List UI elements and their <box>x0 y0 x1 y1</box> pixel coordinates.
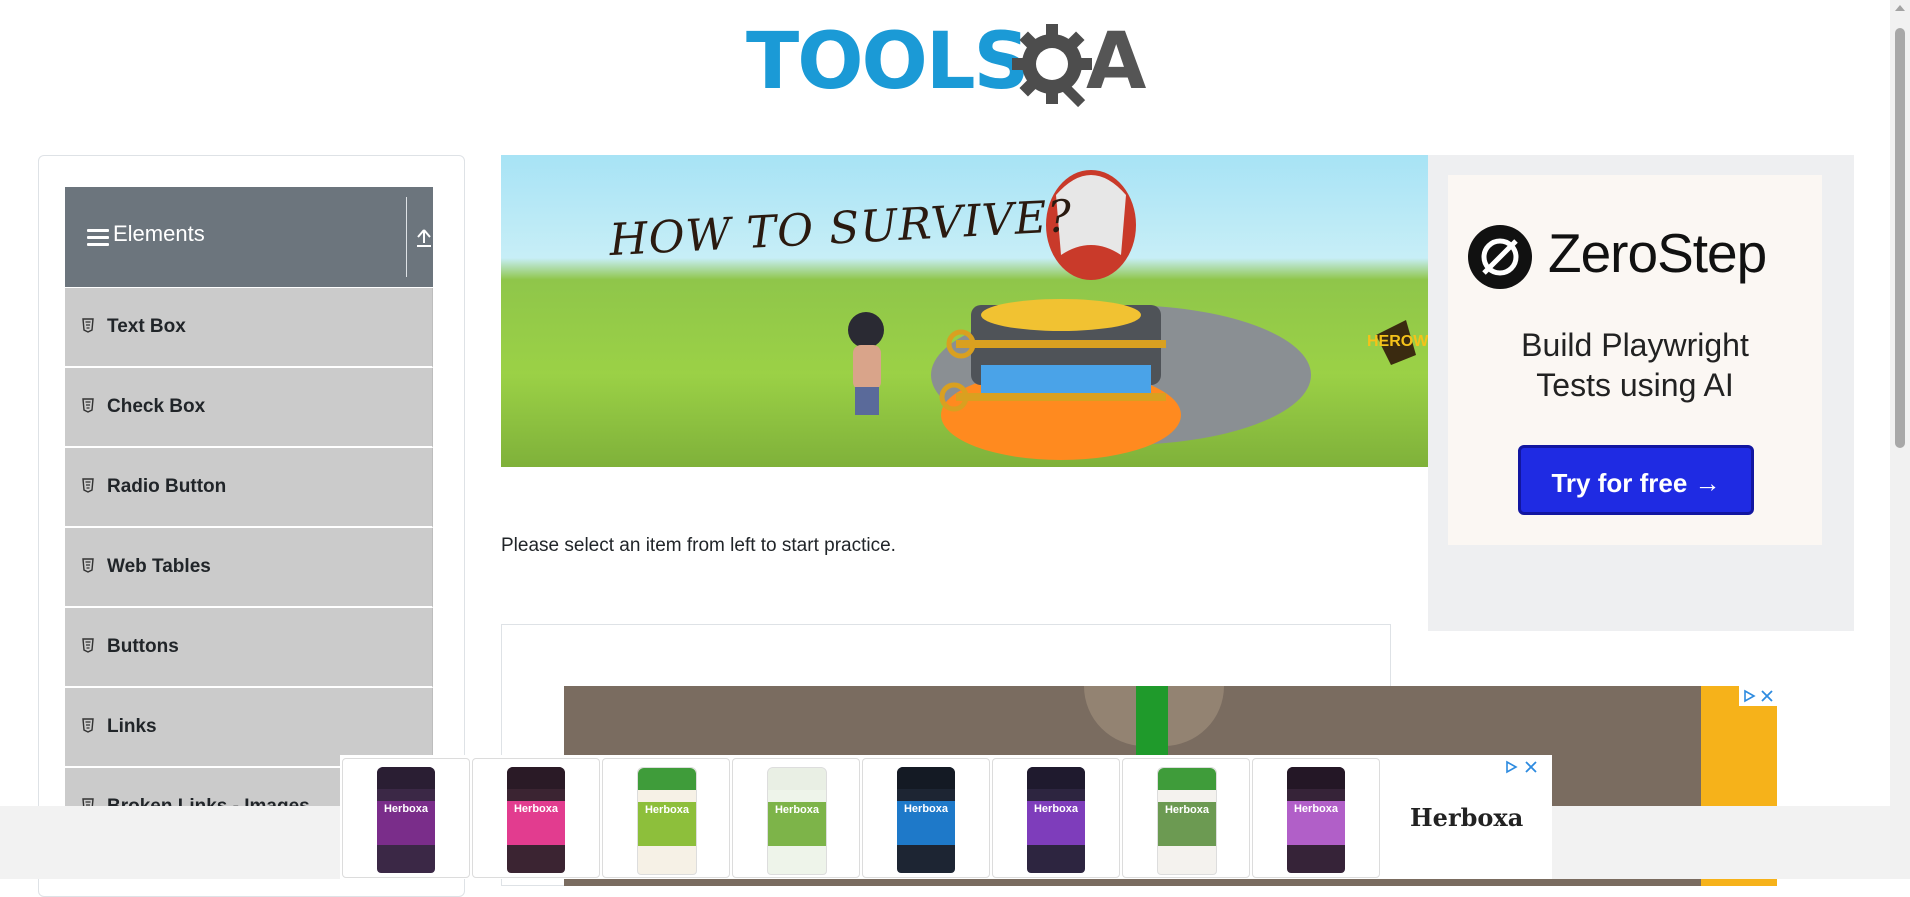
product-brand: Herboxa <box>1293 803 1339 815</box>
html5-icon <box>82 478 94 493</box>
tagline-line: Build Playwright <box>1521 327 1749 363</box>
close-icon[interactable] <box>1760 689 1774 703</box>
product-brand: Herboxa <box>1164 804 1210 816</box>
try-for-free-button[interactable]: Try for free → <box>1518 445 1754 515</box>
product-jar: Herboxa <box>767 767 827 875</box>
html5-icon <box>82 318 94 333</box>
product-card[interactable]: Herboxa <box>992 758 1120 878</box>
product-jar: Herboxa <box>377 767 435 873</box>
product-card[interactable]: Herboxa <box>602 758 730 878</box>
sidebar-item-check-box[interactable]: Check Box <box>65 368 433 448</box>
html5-icon <box>82 398 94 413</box>
adchoices-icon[interactable] <box>1504 760 1518 774</box>
product-card[interactable]: Herboxa <box>1252 758 1380 878</box>
product-card[interactable]: Herboxa <box>1122 758 1250 878</box>
logo-text-suffix: A <box>1086 17 1147 107</box>
hamburger-icon <box>87 229 109 247</box>
herboxa-ad[interactable]: Herboxa Herboxa Herboxa Herboxa Herboxa … <box>340 755 1552 879</box>
product-brand: Herboxa <box>1033 803 1079 815</box>
product-brand: Herboxa <box>644 804 690 816</box>
sidebar-item-label: Buttons <box>107 636 179 657</box>
tagline-line: Tests using AI <box>1536 367 1734 403</box>
page-scrollbar[interactable] <box>1890 0 1910 879</box>
site-header: TOOLS A <box>0 0 1890 120</box>
product-jar: Herboxa <box>1157 767 1217 875</box>
sidebar-item-label: Radio Button <box>107 476 227 497</box>
product-brand: Herboxa <box>513 803 559 815</box>
product-jar: Herboxa <box>897 767 955 873</box>
game-banner-ad[interactable]: HOW TO SURVIVE? HEROWA <box>501 155 1428 467</box>
scroll-up-arrow-icon[interactable] <box>1895 5 1905 11</box>
html5-icon <box>82 558 94 573</box>
group-title: Elements <box>113 221 205 246</box>
product-brand: Herboxa <box>383 803 429 815</box>
zerostep-logo-icon <box>1468 225 1532 289</box>
ad-badges <box>1502 757 1542 775</box>
zerostep-ad-card: ZeroStep Build Playwright Tests using AI… <box>1448 175 1822 545</box>
product-jar: Herboxa <box>1027 767 1085 873</box>
adchoices-icon[interactable] <box>1742 689 1756 703</box>
html5-icon <box>82 718 94 733</box>
product-card[interactable]: Herboxa <box>472 758 600 878</box>
product-brand: Herboxa <box>903 803 949 815</box>
sidebar-item-text-box[interactable]: Text Box <box>65 288 433 368</box>
html5-icon <box>82 638 94 653</box>
product-jar: Herboxa <box>507 767 565 873</box>
zerostep-brand: ZeroStep <box>1548 222 1767 284</box>
sidebar-item-label: Text Box <box>107 316 186 337</box>
banner-brand: HEROWA <box>1367 333 1428 350</box>
instruction-text: Please select an item from left to start… <box>501 535 896 556</box>
product-brand: Herboxa <box>774 804 820 816</box>
ad-badges <box>1739 686 1777 706</box>
product-jar: Herboxa <box>637 767 697 875</box>
zerostep-ad[interactable]: ZeroStep Build Playwright Tests using AI… <box>1428 155 1854 631</box>
toolsqa-logo[interactable]: TOOLS A <box>746 18 1146 114</box>
close-icon[interactable] <box>1524 760 1538 774</box>
sidebar-item-label: Web Tables <box>107 556 211 577</box>
collapse-icon[interactable] <box>415 227 433 249</box>
product-card[interactable]: Herboxa <box>732 758 860 878</box>
header-divider <box>406 197 407 277</box>
scroll-thumb[interactable] <box>1895 28 1905 448</box>
logo-text: TOOLS <box>746 17 1030 107</box>
herboxa-logo[interactable]: Herboxa <box>1410 803 1523 832</box>
sidebar-item-buttons[interactable]: Buttons <box>65 608 433 688</box>
product-card[interactable]: Herboxa <box>862 758 990 878</box>
sidebar-item-radio-button[interactable]: Radio Button <box>65 448 433 528</box>
elements-group-header[interactable]: Elements <box>65 187 433 287</box>
sidebar-item-label: Check Box <box>107 396 206 417</box>
sidebar-item-label: Links <box>107 716 157 737</box>
zerostep-tagline: Build Playwright Tests using AI <box>1448 325 1822 405</box>
product-jar: Herboxa <box>1287 767 1345 873</box>
sidebar-item-web-tables[interactable]: Web Tables <box>65 528 433 608</box>
product-card[interactable]: Herboxa <box>342 758 470 878</box>
